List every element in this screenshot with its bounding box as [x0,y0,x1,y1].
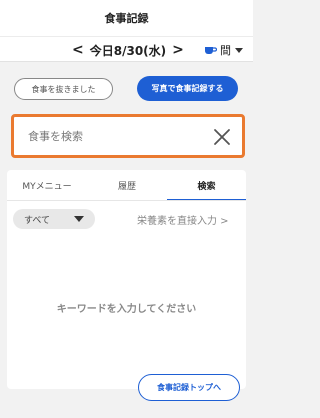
chevron-down-icon [74,216,84,222]
filter-label: すべて [24,216,51,226]
empty-state-message: キーワードを入力してください [56,304,197,315]
tab-search[interactable]: 検索 [167,170,246,200]
page-title: 食事記録 [104,12,149,25]
chevron-right-icon[interactable]: > [172,42,184,58]
meal-type-select[interactable]: 間 [204,41,251,59]
search-input[interactable] [28,127,198,145]
tab-history[interactable]: 履歴 [87,170,167,200]
chevron-left-icon[interactable]: < [72,42,84,58]
date-group: < 今日8/30(水) > [72,40,184,60]
skip-meal-button[interactable]: 食事を抜きました [14,78,113,100]
photo-record-button[interactable]: 写真で食事記録する [137,76,238,101]
back-to-top-button[interactable]: 食事記録トップへ [138,374,240,401]
close-icon[interactable] [212,127,232,147]
tab-bar: MYメニュー 履歴 検索 [7,170,246,201]
search-box [11,114,245,158]
category-filter-select[interactable]: すべて [13,209,95,229]
tab-my-menu[interactable]: MYメニュー [7,170,87,200]
date-navigation: < 今日8/30(水) > 間 [0,36,253,62]
divider [7,200,246,201]
app-header: 食事記録 [0,0,253,36]
meal-type-label: 間 [220,44,231,57]
nutrient-direct-input-link[interactable]: 栄養素を直接入力 > [137,212,229,227]
chevron-down-icon [235,47,243,53]
current-date: 今日8/30(水) [89,43,167,58]
search-panel: MYメニュー 履歴 検索 すべて 栄養素を直接入力 > キーワードを入力してくだ… [7,170,246,389]
cup-icon [205,46,217,54]
